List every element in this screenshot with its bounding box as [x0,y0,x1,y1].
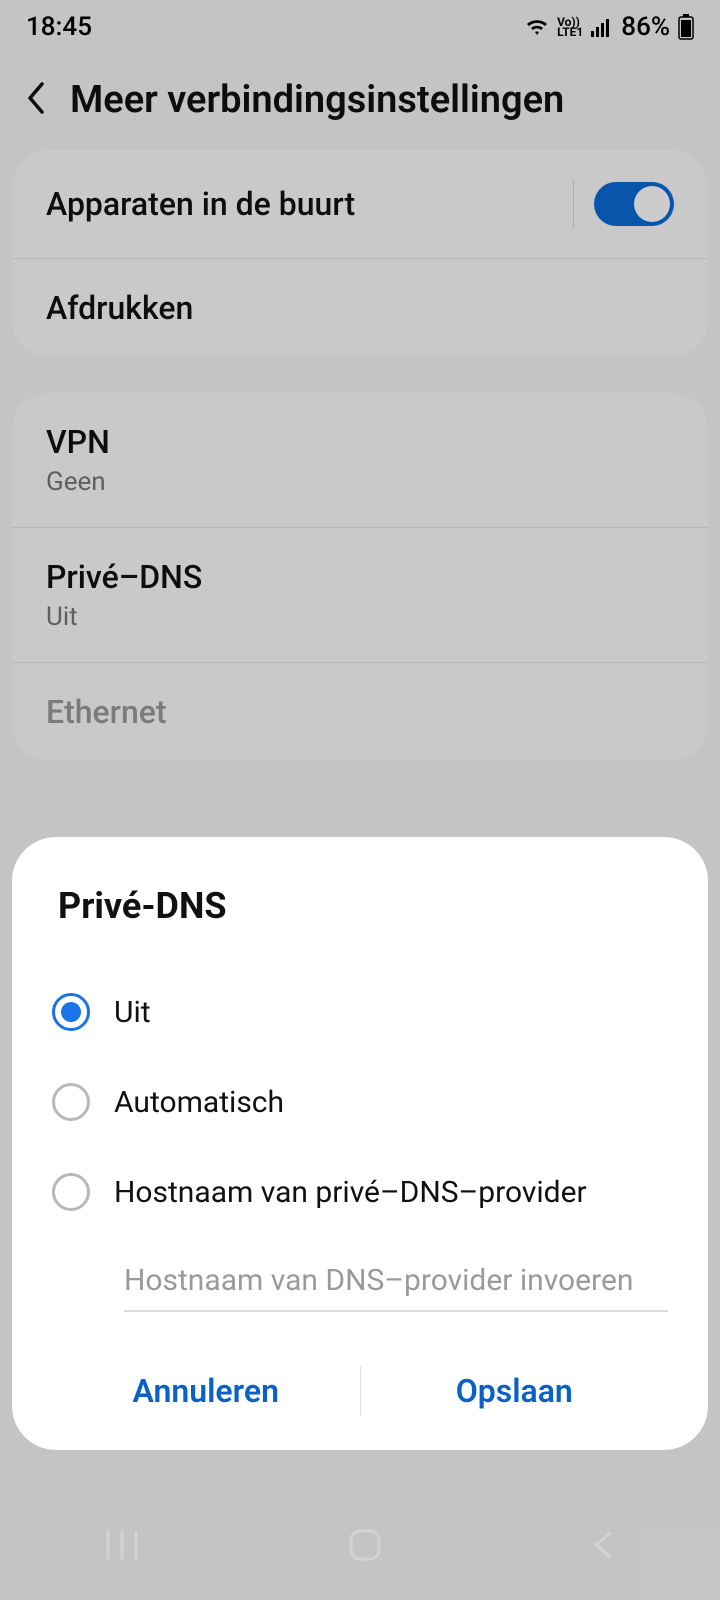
home-icon[interactable] [346,1526,384,1564]
row-subtitle: Uit [46,602,202,632]
settings-group-2: VPN Geen Privé–DNS Uit Ethernet [12,393,708,761]
radio-icon [52,1083,90,1121]
cancel-button[interactable]: Annuleren [52,1348,360,1434]
row-private-dns[interactable]: Privé–DNS Uit [12,528,708,663]
back-nav-icon[interactable] [588,1528,618,1562]
row-subtitle: Geen [46,467,110,497]
row-nearby-devices[interactable]: Apparaten in de buurt [12,150,708,259]
navigation-bar [0,1490,720,1600]
settings-group-1: Apparaten in de buurt Afdrukken [12,150,708,357]
private-dns-dialog: Privé-DNS Uit Automatisch Hostnaam van p… [12,837,708,1450]
page-header: Meer verbindingsinstellingen [0,54,720,150]
option-off[interactable]: Uit [52,967,668,1057]
option-label: Hostnaam van privé–DNS–provider [114,1175,587,1210]
row-title: VPN [46,423,110,461]
settings-content: Apparaten in de buurt Afdrukken VPN Geen… [0,150,720,761]
row-title: Apparaten in de buurt [46,185,355,223]
save-button[interactable]: Opslaan [361,1348,669,1434]
back-icon[interactable] [22,78,50,122]
dialog-title: Privé-DNS [52,885,668,927]
status-icons: Vo))LTE1 86% [525,12,694,42]
status-bar: 18:45 Vo))LTE1 86% [0,0,720,54]
toggle-divider [573,180,574,228]
recents-icon[interactable] [102,1528,142,1562]
battery-icon [678,14,694,40]
radio-icon [52,1173,90,1211]
page-title: Meer verbindingsinstellingen [70,78,564,122]
wifi-icon [525,17,549,37]
option-hostname[interactable]: Hostnaam van privé–DNS–provider [52,1147,668,1237]
row-title: Ethernet [46,693,167,731]
nearby-devices-toggle[interactable] [594,182,674,226]
row-title: Afdrukken [46,289,193,327]
option-label: Automatisch [114,1085,284,1120]
battery-percentage: 86% [621,12,670,42]
signal-icon [591,17,613,37]
option-auto[interactable]: Automatisch [52,1057,668,1147]
radio-icon [52,993,90,1031]
row-ethernet: Ethernet [12,663,708,761]
option-label: Uit [114,995,151,1030]
hostname-input[interactable] [124,1263,668,1312]
dialog-actions: Annuleren Opslaan [52,1348,668,1434]
row-printing[interactable]: Afdrukken [12,259,708,357]
toggle-container [573,180,674,228]
volte-icon: Vo))LTE1 [557,17,583,37]
status-time: 18:45 [26,12,92,42]
row-vpn[interactable]: VPN Geen [12,393,708,528]
row-title: Privé–DNS [46,558,202,596]
